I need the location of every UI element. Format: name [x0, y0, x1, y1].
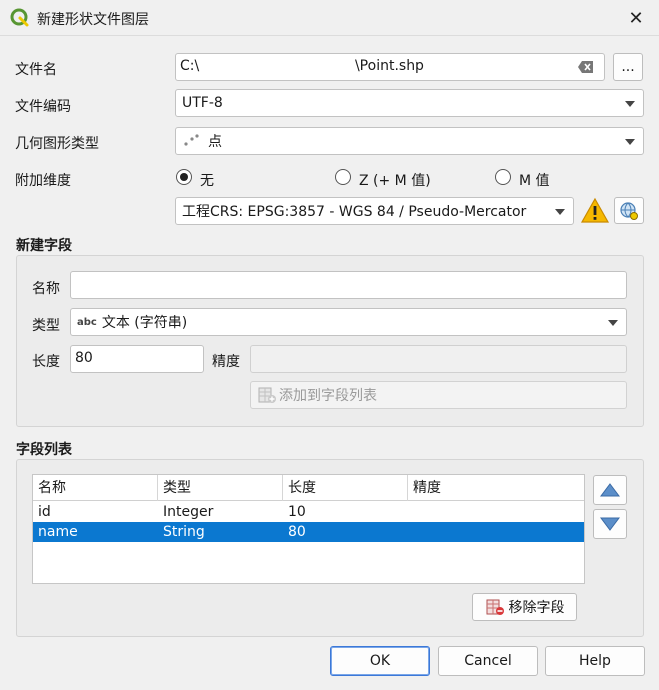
cell-type: Integer [163, 504, 214, 520]
encoding-select[interactable]: UTF-8 [175, 89, 644, 117]
new-field-title: 新建字段 [16, 238, 72, 254]
move-down-button[interactable] [593, 509, 627, 539]
dimensions-label: 附加维度 [15, 173, 71, 189]
dimension-none-radio[interactable] [176, 169, 192, 185]
geometry-type-select[interactable]: 点 [175, 127, 644, 155]
title-bar: 新建形状文件图层 ✕ [0, 0, 659, 36]
remove-field-icon [486, 599, 504, 615]
field-precision-input[interactable] [250, 345, 627, 373]
chevron-down-icon [555, 209, 565, 215]
dimension-z-label: Z (+ M 值) [359, 173, 431, 189]
cell-precision [408, 522, 584, 542]
warning-icon [580, 197, 610, 223]
chevron-down-icon [608, 320, 618, 326]
cancel-button[interactable]: Cancel [438, 646, 538, 676]
field-length-input[interactable]: 80 [70, 345, 204, 373]
chevron-down-icon [625, 139, 635, 145]
file-name-label: 文件名 [15, 62, 57, 78]
geometry-type-value: 点 [208, 134, 222, 150]
cell-type: String [163, 524, 205, 540]
field-list-title: 字段列表 [16, 442, 72, 458]
field-list-header: 名称 类型 长度 精度 [33, 475, 584, 501]
add-to-field-list-label: 添加到字段列表 [279, 388, 377, 404]
field-type-value: 文本 (字符串) [101, 315, 188, 331]
arrow-up-icon [600, 483, 620, 497]
crs-value: 工程CRS: EPSG:3857 - WGS 84 / Pseudo-Merca… [182, 204, 527, 220]
field-name-input[interactable] [70, 271, 627, 299]
column-header-precision[interactable]: 精度 [408, 475, 584, 501]
column-header-name[interactable]: 名称 [33, 475, 158, 501]
table-row-selected[interactable]: name String 80 [33, 522, 584, 542]
geometry-type-label: 几何图形类型 [15, 136, 99, 152]
crs-selector-button[interactable] [614, 197, 644, 224]
column-header-length[interactable]: 长度 [283, 475, 408, 501]
field-name-label: 名称 [32, 281, 60, 297]
close-icon: ✕ [628, 7, 644, 29]
cell-precision [408, 502, 584, 522]
column-header-type[interactable]: 类型 [158, 475, 283, 501]
dimension-none-label: 无 [200, 173, 214, 189]
cell-length: 80 [288, 524, 306, 540]
field-length-value: 80 [75, 350, 93, 366]
dimension-z-radio[interactable] [335, 169, 351, 185]
qgis-logo-icon [10, 8, 29, 27]
table-row[interactable]: id Integer 10 [33, 502, 584, 522]
field-type-select[interactable]: abc 文本 (字符串) [70, 308, 627, 336]
encoding-label: 文件编码 [15, 99, 71, 115]
field-type-label: 类型 [32, 318, 60, 334]
browse-label: ... [621, 59, 635, 75]
browse-button[interactable]: ... [613, 53, 643, 81]
arrow-down-icon [600, 517, 620, 531]
ok-label: OK [369, 653, 391, 669]
window-title: 新建形状文件图层 [37, 12, 149, 28]
dimension-m-label: M 值 [519, 173, 550, 189]
globe-settings-icon [620, 201, 638, 220]
clear-text-icon[interactable] [578, 61, 594, 73]
help-button[interactable]: Help [545, 646, 645, 676]
ok-button[interactable]: OK [330, 646, 430, 676]
help-label: Help [579, 653, 611, 669]
field-precision-label: 精度 [212, 354, 240, 370]
cell-length: 10 [288, 504, 306, 520]
close-button[interactable]: ✕ [623, 6, 649, 30]
remove-field-label: 移除字段 [508, 600, 565, 616]
cancel-label: Cancel [464, 653, 512, 669]
dimension-m-radio[interactable] [495, 169, 511, 185]
add-to-field-list-button[interactable]: 添加到字段列表 [250, 381, 627, 409]
crs-select[interactable]: 工程CRS: EPSG:3857 - WGS 84 / Pseudo-Merca… [175, 197, 574, 225]
add-field-icon [258, 387, 276, 403]
field-list-table[interactable]: 名称 类型 长度 精度 id Integer 10 name String 80 [32, 474, 585, 584]
text-type-icon: abc [77, 316, 97, 328]
encoding-value: UTF-8 [182, 95, 223, 111]
cell-name: id [38, 504, 51, 520]
remove-field-button[interactable]: 移除字段 [472, 593, 577, 621]
move-up-button[interactable] [593, 475, 627, 505]
point-geometry-icon [184, 134, 199, 146]
cell-name: name [38, 524, 78, 540]
chevron-down-icon [625, 101, 635, 107]
field-length-label: 长度 [32, 354, 60, 370]
file-path-input[interactable]: C:\ \Point.shp [175, 53, 605, 81]
file-path-value: C:\ \Point.shp [180, 58, 424, 74]
